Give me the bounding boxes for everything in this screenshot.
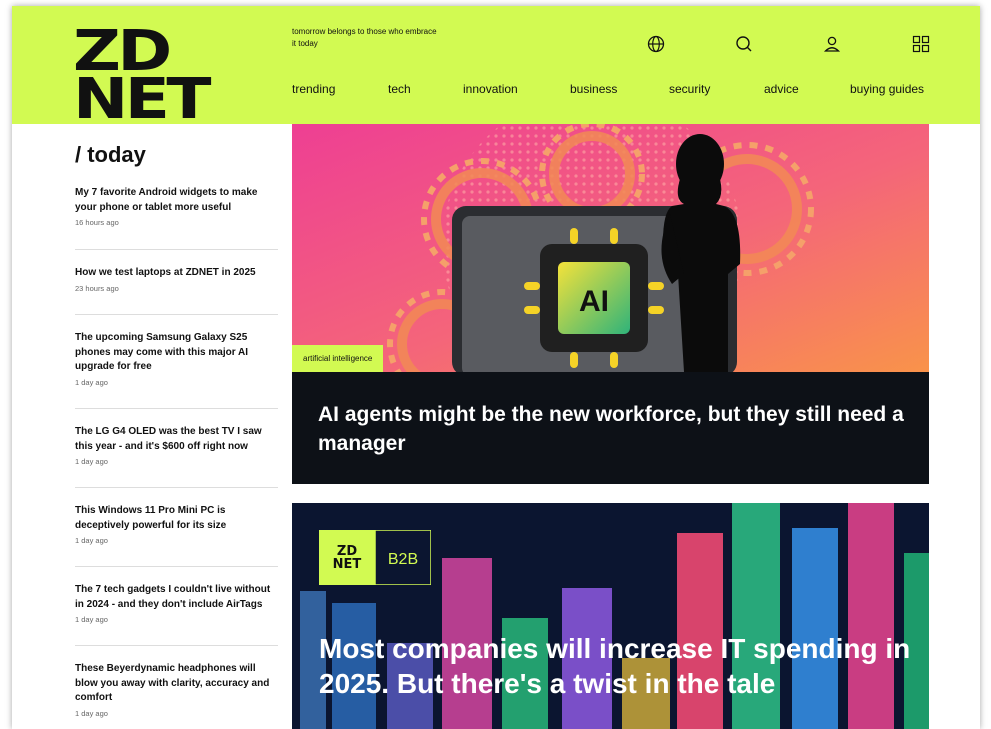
chip-label: AI	[579, 285, 609, 318]
article-title: My 7 favorite Android widgets to make yo…	[75, 187, 258, 213]
nav-innovation[interactable]: innovation	[463, 82, 518, 96]
ai-illustration: AI	[292, 124, 929, 372]
category-tag[interactable]: artificial intelligence	[292, 345, 384, 372]
divider	[75, 249, 278, 250]
hero-caption: AI agents might be the new workforce, bu…	[292, 372, 929, 484]
nav-security[interactable]: security	[669, 82, 710, 96]
site-tagline: tomorrow belongs to those who embrace it…	[292, 27, 437, 48]
list-item[interactable]: My 7 favorite Android widgets to make yo…	[75, 186, 278, 227]
list-item[interactable]: The 7 tech gadgets I couldn't live witho…	[75, 583, 278, 624]
article-title: This Windows 11 Pro Mini PC is deceptive…	[75, 505, 227, 531]
article-title: The upcoming Samsung Galaxy S25 phones m…	[75, 332, 248, 372]
feature-article[interactable]: ZD NET B2B Most companies will increase …	[292, 503, 929, 729]
list-item[interactable]: The LG G4 OLED was the best TV I saw thi…	[75, 425, 278, 466]
badge-label: B2B	[388, 551, 418, 568]
list-item[interactable]: The upcoming Samsung Galaxy S25 phones m…	[75, 331, 278, 387]
article-title: How we test laptops at ZDNET in 2025	[75, 267, 256, 278]
b2b-badge: ZD NET B2B	[319, 529, 432, 586]
divider	[75, 487, 278, 488]
today-heading: / today	[75, 142, 146, 167]
nav-trending[interactable]: trending	[292, 82, 335, 96]
hero-article[interactable]: AI artificial intelligence AI agents mig…	[292, 124, 929, 484]
hero-image: AI	[292, 124, 929, 372]
article-time: 23 hours ago	[75, 283, 119, 293]
nav-tech[interactable]: tech	[388, 82, 411, 96]
nav-buying-guides[interactable]: buying guides	[850, 82, 924, 96]
article-title: The 7 tech gadgets I couldn't live witho…	[75, 584, 271, 610]
divider	[75, 314, 278, 315]
divider	[75, 645, 278, 646]
browser-page: ZD NET tomorrow belongs to those who emb…	[12, 6, 980, 729]
article-time: 1 day ago	[75, 377, 108, 387]
divider	[75, 566, 278, 567]
badge-logo-line-2: NET	[333, 557, 362, 572]
site-header: ZD NET tomorrow belongs to those who emb…	[12, 6, 980, 132]
article-time: 16 hours ago	[75, 218, 119, 227]
article-time: 1 day ago	[75, 457, 108, 466]
hero-headline[interactable]: AI agents might be the new workforce, bu…	[318, 400, 908, 458]
list-item[interactable]: How we test laptops at ZDNET in 2025 23 …	[75, 266, 278, 293]
grid-menu-icon[interactable]	[911, 34, 931, 54]
list-item[interactable]: These Beyerdynamic headphones will blow …	[75, 662, 278, 718]
article-title: The LG G4 OLED was the best TV I saw thi…	[75, 426, 262, 452]
article-time: 1 day ago	[75, 708, 108, 718]
zdnet-logo[interactable]: ZD NET	[73, 24, 223, 132]
divider	[75, 408, 278, 409]
article-time: 1 day ago	[75, 615, 108, 624]
feature-headline[interactable]: Most companies will increase IT spending…	[319, 631, 919, 701]
article-time: 1 day ago	[75, 536, 108, 545]
globe-icon[interactable]	[646, 34, 666, 54]
article-title: These Beyerdynamic headphones will blow …	[75, 663, 270, 703]
main-nav: trending tech innovation business securi…	[292, 82, 932, 100]
user-icon[interactable]	[822, 34, 842, 54]
list-item[interactable]: This Windows 11 Pro Mini PC is deceptive…	[75, 504, 278, 545]
nav-business[interactable]: business	[570, 82, 617, 96]
logo-line-2: NET	[73, 67, 211, 132]
nav-advice[interactable]: advice	[764, 82, 799, 96]
search-icon[interactable]	[734, 34, 754, 54]
